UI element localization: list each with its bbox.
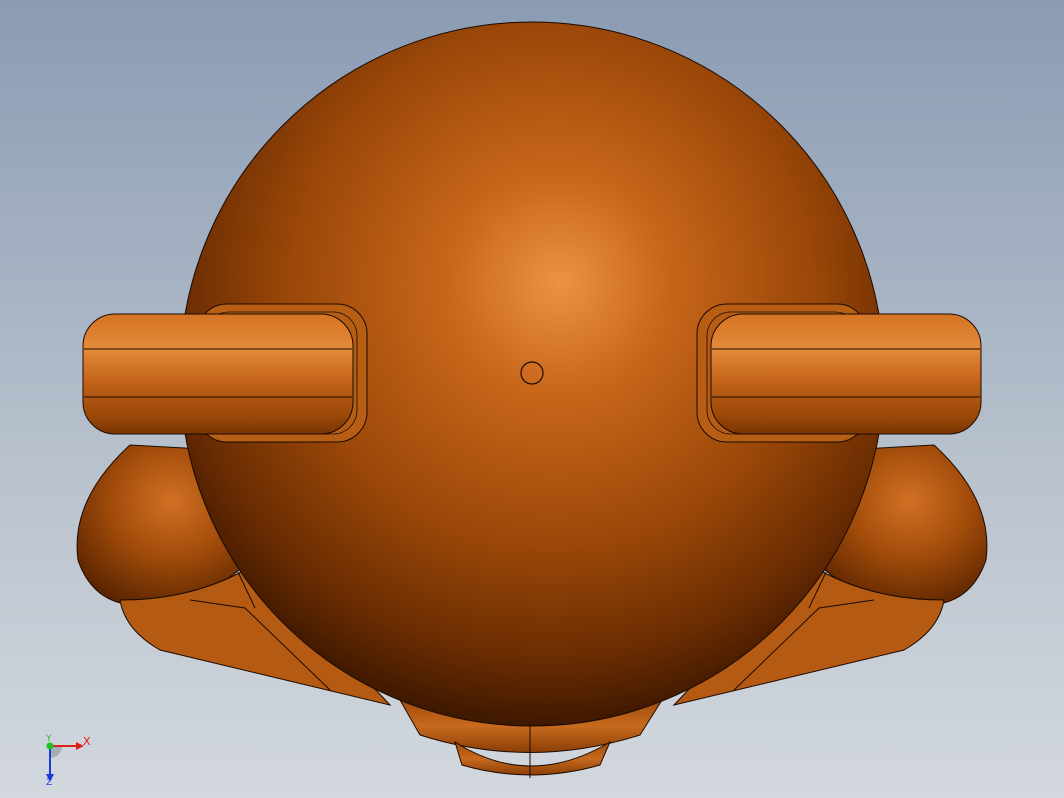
cad-model[interactable] (0, 0, 1064, 798)
y-axis-label: Y (45, 734, 52, 744)
z-axis-label: Z (46, 778, 52, 786)
right-ear-band (696, 303, 982, 443)
x-axis-label: X (83, 735, 91, 748)
coordinate-triad-icon: X Y Z (45, 734, 91, 786)
left-ear-band (82, 303, 368, 443)
graphics-viewport[interactable]: X Y Z (0, 0, 1064, 798)
